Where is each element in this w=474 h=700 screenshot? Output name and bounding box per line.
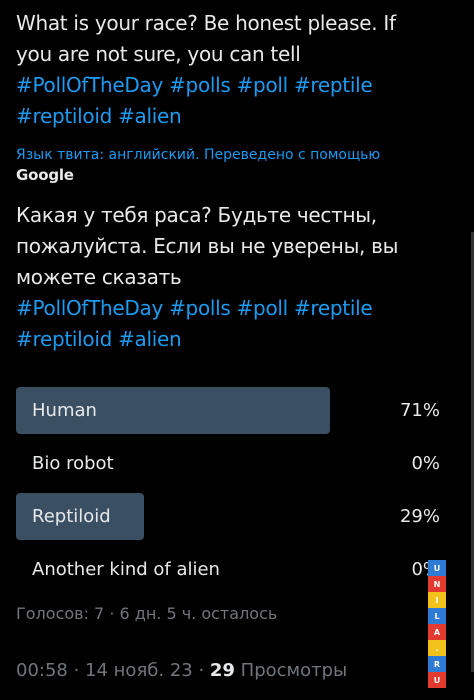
poll-option-label: Human: [32, 400, 97, 421]
hashtag-link[interactable]: #reptile: [294, 73, 373, 97]
translated-line: пожалуйста. Если вы не уверены, вы: [16, 234, 399, 258]
hashtag-link[interactable]: #polls: [169, 73, 231, 97]
poll-option: Human 71%: [16, 387, 446, 434]
poll-option-label: Another kind of alien: [32, 559, 220, 580]
translation-note[interactable]: Язык твита: английский. Переведено с пом…: [16, 146, 380, 164]
poll-option: Bio robot 0%: [16, 440, 446, 487]
hashtag-link[interactable]: #reptiloid: [16, 327, 112, 351]
tweet-text: What is your race? Be honest please. If …: [16, 8, 446, 132]
watermark-letter: R: [428, 656, 446, 672]
tweet-line: you are not sure, you can tell: [16, 42, 301, 66]
poll-option: Another kind of alien 0%: [16, 546, 446, 593]
hashtag-link[interactable]: #PollOfTheDay: [16, 296, 163, 320]
watermark-letter: I: [428, 592, 446, 608]
poll-option-percent: 0%: [411, 453, 440, 474]
hashtag-link[interactable]: #poll: [237, 296, 289, 320]
hashtag-link[interactable]: #PollOfTheDay: [16, 73, 163, 97]
poll-option-percent: 29%: [399, 506, 440, 527]
poll-meta: Голосов: 7 · 6 дн. 5 ч. осталось: [16, 604, 278, 623]
poll-option-label: Reptiloid: [32, 506, 111, 527]
hashtag-line: #reptiloid #alien: [16, 101, 446, 132]
hashtag-line: #PollOfTheDay #polls #poll #reptile: [16, 293, 446, 324]
watermark-letter: L: [428, 608, 446, 624]
hashtag-line: #reptiloid #alien: [16, 324, 446, 355]
hashtag-link[interactable]: #alien: [118, 104, 182, 128]
translated-text: Какая у тебя раса? Будьте честны, пожалу…: [16, 200, 446, 355]
poll-option: Reptiloid 29%: [16, 493, 446, 540]
watermark-letter: U: [428, 672, 446, 688]
hashtag-link[interactable]: #polls: [169, 296, 231, 320]
hashtag-link[interactable]: #alien: [118, 327, 182, 351]
watermark-letter: U: [428, 560, 446, 576]
hashtag-link[interactable]: #reptile: [294, 296, 373, 320]
watermark-letter: N: [428, 576, 446, 592]
views-count: 29: [209, 660, 235, 681]
watermark-letter: A: [428, 624, 446, 640]
google-logo: Google: [16, 166, 74, 184]
tweet-timestamp[interactable]: 00:58 · 14 нояб. 23 ·: [16, 660, 210, 681]
poll-option-percent: 71%: [399, 400, 440, 421]
views-label: Просмотры: [234, 660, 348, 681]
watermark-logo: UNILA.RU: [428, 560, 446, 688]
translated-line: Какая у тебя раса? Будьте честны,: [16, 203, 377, 227]
hashtag-line: #PollOfTheDay #polls #poll #reptile: [16, 70, 446, 101]
tweet-original: What is your race? Be honest please. If …: [16, 8, 446, 132]
poll: Human 71% Bio robot 0% Reptiloid 29% Ano…: [16, 387, 446, 599]
hashtag-link[interactable]: #reptiloid: [16, 104, 112, 128]
tweet-line: What is your race? Be honest please. If: [16, 11, 396, 35]
watermark-letter: .: [428, 640, 446, 656]
translated-line: можете сказать: [16, 265, 182, 289]
hashtag-link[interactable]: #poll: [237, 73, 289, 97]
translated-body: Какая у тебя раса? Будьте честны, пожалу…: [16, 200, 446, 355]
tweet-footer: 00:58 · 14 нояб. 23 · 29 Просмотры: [16, 660, 347, 681]
poll-option-label: Bio robot: [32, 453, 114, 474]
